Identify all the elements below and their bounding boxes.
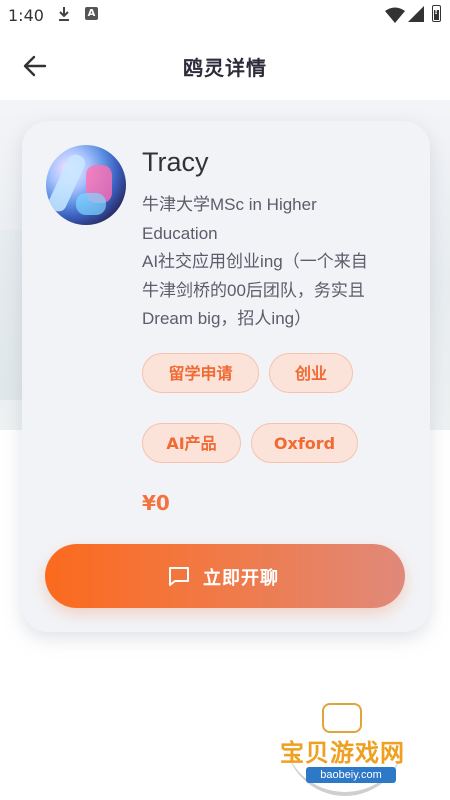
download-icon bbox=[59, 7, 69, 21]
tag-study-abroad[interactable]: 留学申请 bbox=[142, 353, 259, 393]
watermark-url: baobeiy.com bbox=[306, 767, 396, 783]
profile-card: Tracy 牛津大学MSc in Higher Education AI社交应用… bbox=[22, 121, 430, 632]
watermark-logo: 宝贝游戏网 baobeiy.com bbox=[270, 700, 430, 796]
description-line: Dream big，招人ing） bbox=[142, 309, 312, 328]
status-bar: 1:40 A ! bbox=[0, 0, 450, 30]
profile-description: 牛津大学MSc in Higher Education AI社交应用创业ing（… bbox=[142, 191, 412, 334]
signal-icon bbox=[408, 6, 424, 22]
gamepad-icon bbox=[322, 703, 362, 733]
tag-ai-product[interactable]: AI产品 bbox=[142, 423, 241, 463]
tag-startup[interactable]: 创业 bbox=[269, 353, 353, 393]
chat-bubble-icon bbox=[169, 567, 189, 586]
tag-oxford[interactable]: Oxford bbox=[251, 423, 358, 463]
profile-name: Tracy bbox=[142, 147, 209, 177]
app-notification-icon: A bbox=[85, 7, 98, 20]
watermark-text: 宝贝游戏网 bbox=[280, 739, 405, 767]
description-line: 牛津大学MSc in Higher bbox=[142, 195, 317, 214]
start-chat-button[interactable]: 立即开聊 bbox=[45, 544, 405, 608]
wifi-icon bbox=[385, 7, 405, 23]
status-time: 1:40 bbox=[8, 6, 44, 25]
price: ¥0 bbox=[142, 491, 170, 515]
avatar bbox=[46, 145, 126, 225]
description-line: 牛津剑桥的00后团队，务实且 bbox=[142, 280, 365, 300]
battery-icon: ! bbox=[432, 5, 441, 22]
description-line: Education bbox=[142, 223, 218, 243]
description-line: AI社交应用创业ing（一个来自 bbox=[142, 252, 368, 271]
page-title: 鸥灵详情 bbox=[183, 56, 267, 80]
start-chat-label: 立即开聊 bbox=[203, 568, 279, 589]
